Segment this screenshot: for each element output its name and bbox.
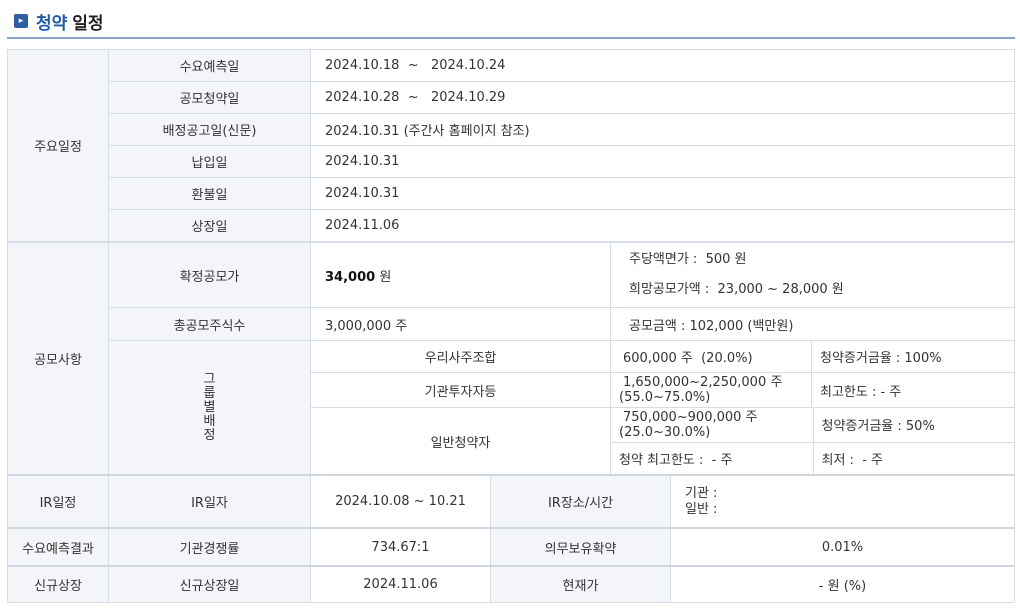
lockup-value: 0.01% (670, 527, 1015, 567)
schedule-label: 수요예측일 (108, 49, 311, 82)
schedule-label: 환불일 (108, 177, 311, 210)
group-name: 기관투자자등 (310, 372, 611, 408)
listing-label: 신규상장 (7, 565, 109, 603)
group-name: 일반청약자 (310, 407, 611, 475)
group-allocation-label: 그 룹 별 배 정 (108, 340, 311, 475)
table-row: 상장일 2024.11.06 (8, 209, 1015, 242)
ir-place-label: IR장소/시간 (490, 474, 671, 529)
current-price-label: 현재가 (490, 565, 671, 603)
title-rest: 일정 (72, 13, 104, 34)
par-value: 주당액면가 : 500 원 (629, 252, 747, 267)
total-shares-value: 3,000,000 주 (310, 307, 611, 341)
schedule-value: 2024.10.31 (310, 177, 1015, 210)
final-price-value: 34,000 (325, 269, 376, 285)
schedule-table: 주요일정 수요예측일 2024.10.18 ~ 2024.10.24 공모청약일… (7, 49, 1015, 242)
ir-date-value: 2024.10.08 ~ 10.21 (310, 474, 491, 529)
table-row: 납입일 2024.10.31 (8, 145, 1015, 178)
table-row: 총공모주식수 3,000,000 주 공모금액 : 102,000 (백만원) (8, 307, 1015, 341)
subscription-min: 최저 : - 주 (813, 442, 1014, 474)
lockup-label: 의무보유확약 (490, 527, 671, 567)
desired-price: 희망공모가액 : 23,000 ~ 28,000 원 (629, 282, 844, 297)
schedule-value: 2024.10.18 ~ 2024.10.24 (310, 49, 1015, 82)
group-note: 청약증거금율 : 100% (811, 340, 1015, 373)
schedule-label: 배정공고일(신문) (108, 113, 311, 146)
schedule-label: 상장일 (108, 209, 311, 242)
group-note: 청약증거금율 : 50% (813, 408, 1014, 443)
schedule-value: 2024.10.31 (주간사 홈페이지 참조) (310, 113, 1015, 146)
schedule-value: 2024.10.28 ~ 2024.10.29 (310, 81, 1015, 114)
subscription-limit: 청약 최고한도 : - 주 (611, 442, 814, 474)
ir-label: IR일정 (7, 474, 109, 529)
ir-date-label: IR일자 (108, 474, 311, 529)
schedule-group-label: 주요일정 (7, 49, 109, 242)
group-shares: 600,000 주 (20.0%) (610, 340, 812, 373)
offering-table: 공모사항 확정공모가 34,000 원 주당액면가 : 500 원 희망공모가액… (7, 242, 1015, 475)
group-shares: 750,000~900,000 주 (25.0~30.0%) (611, 408, 814, 443)
table-row: IR일정 IR일자 2024.10.08 ~ 10.21 IR장소/시간 기관 … (7, 474, 1015, 529)
schedule-value: 2024.10.31 (310, 145, 1015, 178)
listing-date-label: 신규상장일 (108, 565, 311, 603)
total-shares-label: 총공모주식수 (108, 307, 311, 341)
current-price-value: - 원 (%) (670, 565, 1015, 603)
section-title: ▸ 청약 일정 (14, 8, 104, 34)
listing-date-value: 2024.11.06 (310, 565, 491, 603)
table-row: 공모사항 확정공모가 34,000 원 주당액면가 : 500 원 희망공모가액… (7, 242, 1015, 475)
total-amount: 공모금액 : 102,000 (백만원) (610, 307, 1015, 341)
table-row: 배정공고일(신문) 2024.10.31 (주간사 홈페이지 참조) (8, 113, 1015, 146)
competition-label: 기관경쟁률 (108, 527, 311, 567)
bullet-arrow-icon: ▸ (14, 14, 28, 28)
price-info-cell: 주당액면가 : 500 원 희망공모가액 : 23,000 ~ 28,000 원 (610, 242, 1015, 308)
competition-value: 734.67:1 (310, 527, 491, 567)
final-price-cell: 34,000 원 (310, 242, 611, 308)
group-shares: 1,650,000~2,250,000 주 (55.0~75.0%) (610, 372, 812, 408)
schedule-label: 납입일 (108, 145, 311, 178)
title-divider (7, 37, 1015, 39)
title-accent: 청약 (36, 13, 68, 34)
table-row: 신규상장 신규상장일 2024.11.06 현재가 - 원 (%) (7, 565, 1015, 603)
group-name: 우리사주조합 (310, 340, 611, 373)
general-subscriber-detail: 750,000~900,000 주 (25.0~30.0%) 청약증거금율 : … (610, 407, 1015, 475)
final-price-label: 확정공모가 (108, 242, 311, 308)
final-price-unit: 원 (379, 269, 392, 285)
table-row: 공모청약일 2024.10.28 ~ 2024.10.29 (8, 81, 1015, 114)
schedule-value: 2024.11.06 (310, 209, 1015, 242)
table-row: 주요일정 수요예측일 2024.10.18 ~ 2024.10.24 (7, 49, 1015, 242)
table-row: 환불일 2024.10.31 (8, 177, 1015, 210)
demand-label: 수요예측결과 (7, 527, 109, 567)
ir-result-table: IR일정 IR일자 2024.10.08 ~ 10.21 IR장소/시간 기관 … (7, 474, 1015, 603)
ir-place-value: 기관 : 일반 : (670, 474, 1015, 529)
offering-group-label: 공모사항 (7, 242, 109, 475)
table-row: 그 룹 별 배 정 우리사주조합 600,000 주 (20.0%) 청약증거금… (8, 340, 1015, 475)
general-subscriber-subtable: 750,000~900,000 주 (25.0~30.0%) 청약증거금율 : … (611, 408, 1014, 474)
table-row: 수요예측결과 기관경쟁률 734.67:1 의무보유확약 0.01% (7, 527, 1015, 567)
group-note: 최고한도 : - 주 (811, 372, 1015, 408)
schedule-label: 공모청약일 (108, 81, 311, 114)
